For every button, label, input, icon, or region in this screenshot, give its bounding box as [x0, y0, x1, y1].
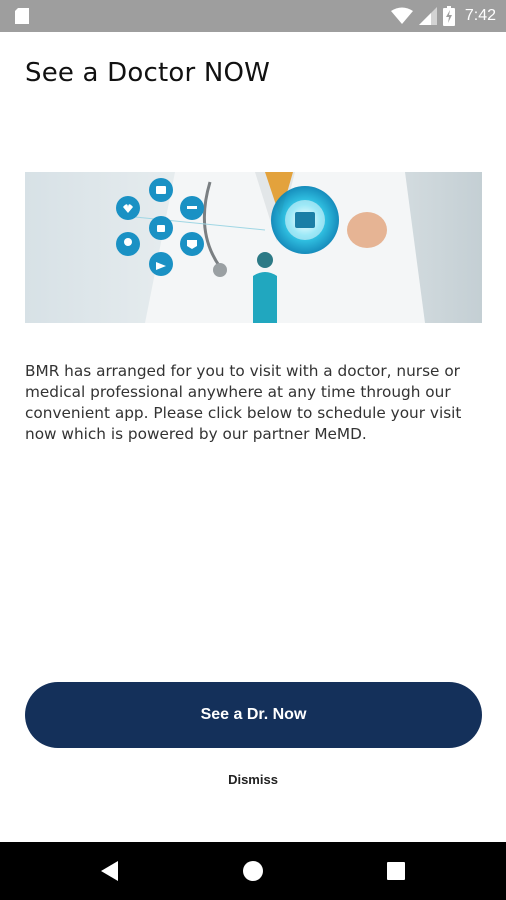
signal-icon — [418, 7, 437, 25]
home-icon — [243, 861, 263, 881]
see-doctor-now-button[interactable]: See a Dr. Now — [25, 682, 482, 748]
dismiss-button[interactable]: Dismiss — [0, 772, 506, 787]
page-title: See a Doctor NOW — [25, 58, 271, 88]
home-button[interactable] — [223, 842, 283, 900]
navigation-bar — [0, 842, 506, 900]
status-bar: 7:42 — [0, 0, 506, 32]
back-button[interactable] — [80, 842, 140, 900]
recents-button[interactable] — [366, 842, 426, 900]
back-icon — [101, 861, 118, 881]
recents-icon — [387, 862, 405, 880]
status-time: 7:42 — [464, 7, 496, 24]
status-icons: 7:42 — [390, 0, 496, 32]
battery-charging-icon — [442, 6, 455, 26]
wifi-icon — [390, 7, 413, 24]
description-text: BMR has arranged for you to visit with a… — [25, 362, 462, 443]
sd-card-icon — [15, 8, 29, 24]
doctor-medical-icons-image — [25, 172, 482, 323]
